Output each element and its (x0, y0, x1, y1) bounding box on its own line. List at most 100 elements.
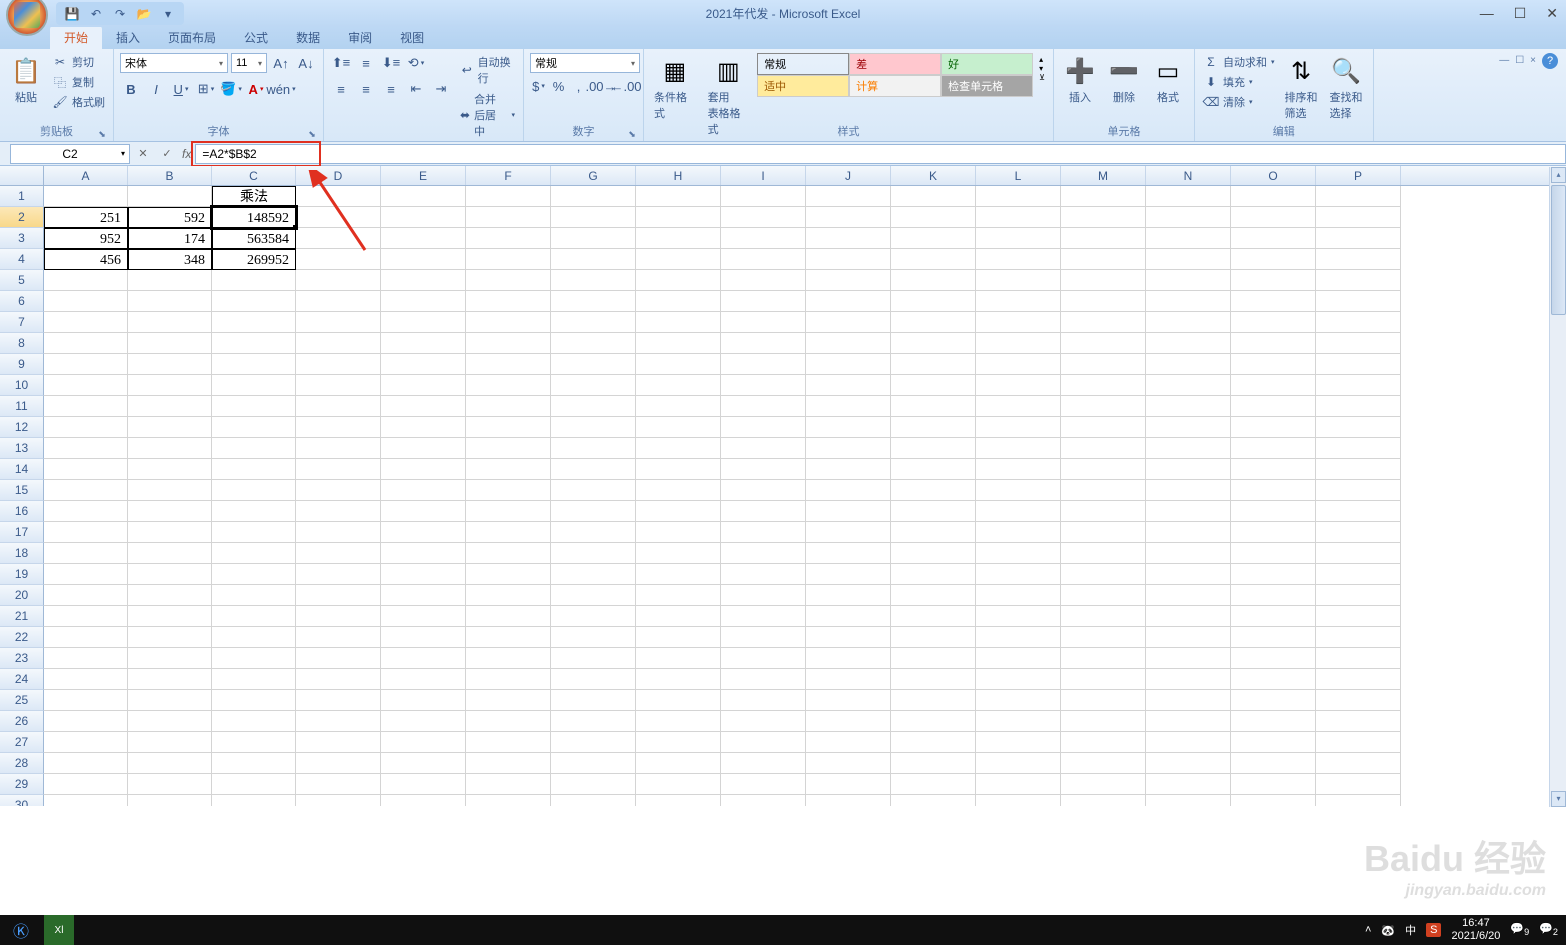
cell[interactable] (891, 753, 976, 774)
column-header[interactable]: F (466, 166, 551, 185)
cell[interactable] (1316, 795, 1401, 806)
cell[interactable] (381, 501, 466, 522)
align-center-icon[interactable]: ≡ (355, 79, 377, 99)
cell[interactable] (1061, 774, 1146, 795)
align-top-icon[interactable]: ⬆≡ (330, 53, 352, 73)
cell[interactable] (636, 690, 721, 711)
cell[interactable] (466, 459, 551, 480)
tab-insert[interactable]: 插入 (102, 26, 154, 49)
row-header[interactable]: 6 (0, 291, 44, 312)
cell[interactable] (1061, 648, 1146, 669)
cell[interactable] (1231, 459, 1316, 480)
cell[interactable] (381, 480, 466, 501)
confirm-formula-icon[interactable]: ✓ (158, 145, 176, 163)
cell[interactable] (806, 627, 891, 648)
cell[interactable] (636, 291, 721, 312)
cell[interactable] (1061, 669, 1146, 690)
cell[interactable] (212, 585, 296, 606)
cell[interactable] (128, 459, 212, 480)
format-painter-button[interactable]: 🖌格式刷 (50, 93, 107, 111)
cell[interactable] (1146, 186, 1231, 207)
cell[interactable] (1146, 354, 1231, 375)
cell[interactable] (296, 753, 381, 774)
cell[interactable] (381, 249, 466, 270)
cell[interactable] (1061, 711, 1146, 732)
cell[interactable] (636, 627, 721, 648)
cell[interactable] (891, 690, 976, 711)
cell[interactable]: 348 (128, 249, 212, 270)
cell[interactable] (212, 711, 296, 732)
name-box[interactable]: C2▾ (10, 144, 130, 164)
cell[interactable] (891, 354, 976, 375)
cell[interactable] (721, 312, 806, 333)
cell[interactable] (806, 228, 891, 249)
cell[interactable] (976, 291, 1061, 312)
cell[interactable] (128, 627, 212, 648)
cell[interactable] (636, 459, 721, 480)
launcher-icon[interactable]: ⬊ (307, 129, 317, 139)
column-header[interactable]: B (128, 166, 212, 185)
cell[interactable]: 952 (44, 228, 128, 249)
cell[interactable] (976, 669, 1061, 690)
cell[interactable] (551, 438, 636, 459)
cell[interactable] (636, 354, 721, 375)
cell[interactable] (1316, 291, 1401, 312)
cell[interactable] (1231, 732, 1316, 753)
row-header[interactable]: 25 (0, 690, 44, 711)
cell[interactable] (636, 753, 721, 774)
underline-icon[interactable]: U (170, 79, 192, 99)
cell[interactable] (466, 669, 551, 690)
cell[interactable] (806, 564, 891, 585)
tray-app-icon[interactable]: 🐼 (1381, 924, 1395, 937)
row-header[interactable]: 18 (0, 543, 44, 564)
tray-chevron-icon[interactable]: ˄ (1365, 924, 1371, 936)
cell[interactable] (466, 228, 551, 249)
cell[interactable]: 592 (128, 207, 212, 228)
row-header[interactable]: 12 (0, 417, 44, 438)
cell[interactable] (1316, 564, 1401, 585)
cell[interactable] (212, 501, 296, 522)
cell[interactable] (1146, 648, 1231, 669)
cell[interactable] (551, 690, 636, 711)
column-header[interactable]: C (212, 166, 296, 185)
cell[interactable] (466, 186, 551, 207)
row-header[interactable]: 10 (0, 375, 44, 396)
save-icon[interactable]: 💾 (64, 6, 80, 22)
cell[interactable] (212, 795, 296, 806)
cell[interactable] (1146, 459, 1231, 480)
tab-home[interactable]: 开始 (50, 26, 102, 49)
phonetic-icon[interactable]: wén (270, 79, 292, 99)
cell[interactable] (551, 522, 636, 543)
cell[interactable] (296, 375, 381, 396)
cell[interactable] (1146, 669, 1231, 690)
cell[interactable] (1231, 522, 1316, 543)
cell[interactable] (128, 564, 212, 585)
column-header[interactable]: G (551, 166, 636, 185)
cell[interactable] (891, 396, 976, 417)
cell[interactable] (636, 711, 721, 732)
row-header[interactable]: 28 (0, 753, 44, 774)
cell[interactable] (1061, 627, 1146, 648)
cell[interactable] (551, 228, 636, 249)
cell[interactable] (1061, 543, 1146, 564)
cell[interactable] (1146, 438, 1231, 459)
cell[interactable] (551, 543, 636, 564)
cell[interactable] (551, 501, 636, 522)
cell[interactable] (296, 543, 381, 564)
cell[interactable] (44, 543, 128, 564)
scroll-thumb[interactable] (1551, 185, 1566, 315)
delete-cells-button[interactable]: ➖删除 (1104, 53, 1144, 107)
cell[interactable] (1316, 480, 1401, 501)
cell[interactable] (381, 375, 466, 396)
cell[interactable] (212, 417, 296, 438)
cell[interactable] (381, 543, 466, 564)
conditional-format-button[interactable]: ▦条件格式 (650, 53, 700, 123)
cell[interactable] (212, 606, 296, 627)
cell[interactable] (466, 543, 551, 564)
cell[interactable] (976, 606, 1061, 627)
cell[interactable] (466, 585, 551, 606)
cell[interactable] (381, 312, 466, 333)
cell[interactable] (1316, 417, 1401, 438)
cell[interactable]: 251 (44, 207, 128, 228)
help-icon[interactable]: ? (1542, 53, 1558, 69)
